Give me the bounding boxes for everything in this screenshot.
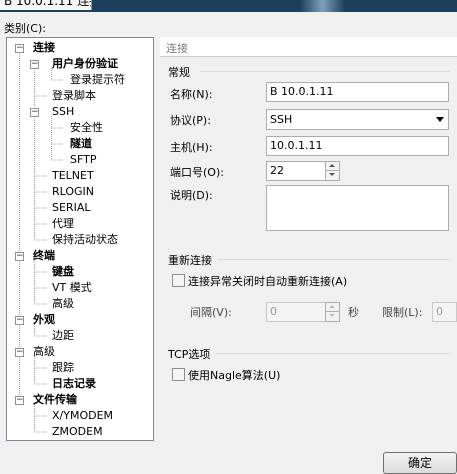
window-title: B 10.0.1.11 连接 — [0, 0, 92, 10]
tree-item-xymodem[interactable]: X/YMODEM — [52, 409, 113, 423]
spin-down-icon[interactable] — [326, 312, 339, 321]
interval-input[interactable]: 0 — [266, 302, 326, 322]
tree-item-margins[interactable]: 边距 — [52, 329, 74, 343]
tree-item-trace[interactable]: 跟踪 — [52, 361, 74, 375]
host-input[interactable]: 10.0.1.11 — [266, 136, 449, 156]
tree-item-login-prompts[interactable]: 登录提示符 — [70, 73, 125, 87]
expander-collapse-icon[interactable]: − — [15, 316, 24, 325]
tcp-section-title: TCP选项 — [168, 348, 211, 361]
spin-up-icon[interactable] — [326, 303, 339, 312]
tree-item-tunneling[interactable]: 隧道 — [70, 137, 92, 151]
page-title-bar: 连接 — [160, 37, 457, 57]
limit-input[interactable]: 0 — [432, 302, 457, 322]
chevron-down-icon — [436, 117, 444, 122]
expander-collapse-icon[interactable]: − — [30, 60, 39, 69]
tree-item-keyboard[interactable]: 键盘 — [52, 265, 74, 279]
spin-up-icon[interactable] — [326, 162, 339, 171]
expander-collapse-icon[interactable]: − — [15, 252, 24, 261]
tree-item-terminal-advanced[interactable]: 高级 — [52, 297, 74, 311]
interval-spinner[interactable] — [325, 302, 340, 322]
host-label: 主机(H): — [170, 141, 213, 154]
tree-item-appearance[interactable]: 外观 — [33, 313, 55, 327]
seconds-label: 秒 — [348, 306, 359, 319]
port-input[interactable]: 22 — [266, 161, 326, 181]
tree-item-serial[interactable]: SERIAL — [52, 201, 90, 215]
tree-item-rlogin[interactable]: RLOGIN — [52, 185, 94, 199]
category-label: 类别(C): — [4, 22, 46, 35]
tree-item-vt-modes[interactable]: VT 模式 — [52, 281, 92, 295]
general-section-title: 常规 — [168, 66, 190, 79]
name-input[interactable]: B 10.0.1.11 — [266, 82, 449, 102]
reconnect-section-title: 重新连接 — [168, 254, 212, 267]
ok-button[interactable]: 确定 — [383, 452, 457, 474]
port-label: 端口号(O): — [170, 166, 224, 179]
auto-reconnect-checkbox[interactable] — [172, 274, 185, 287]
tree-item-file-transfer[interactable]: 文件传输 — [33, 393, 77, 407]
expander-collapse-icon[interactable]: − — [15, 396, 24, 405]
tree-item-sftp[interactable]: SFTP — [70, 153, 96, 167]
titlebar-glow — [300, 0, 345, 12]
tree-item-authentication[interactable]: 用户身份验证 — [52, 57, 118, 71]
tree-item-security[interactable]: 安全性 — [70, 121, 103, 135]
spin-down-icon[interactable] — [326, 171, 339, 180]
page-title: 连接 — [166, 42, 188, 55]
tcp-section-divider — [216, 353, 450, 354]
expander-collapse-icon[interactable]: − — [15, 44, 24, 53]
name-label: 名称(N): — [170, 88, 213, 101]
expander-collapse-icon[interactable]: − — [30, 108, 39, 117]
protocol-label: 协议(P): — [170, 114, 211, 127]
description-textarea[interactable] — [266, 185, 449, 231]
tree-item-terminal[interactable]: 终端 — [33, 249, 55, 263]
category-tree[interactable]: − 连接 − 用户身份验证 登录提示符 登录脚本 − SSH 安全性 隧道 SF… — [6, 37, 154, 441]
window-titlebar: B 10.0.1.11 连接 — [0, 0, 457, 12]
tree-item-ssh[interactable]: SSH — [52, 105, 74, 119]
tree-item-advanced[interactable]: 高级 — [33, 345, 55, 359]
tree-item-logging[interactable]: 日志记录 — [52, 377, 96, 391]
tree-item-zmodem[interactable]: ZMODEM — [52, 425, 103, 439]
tree-item-proxy[interactable]: 代理 — [52, 217, 74, 231]
reconnect-section-divider — [218, 259, 450, 260]
expander-collapse-icon[interactable]: − — [15, 348, 24, 357]
nagle-label[interactable]: 使用Nagle算法(U) — [188, 367, 280, 383]
settings-panel: 连接 常规 名称(N): B 10.0.1.11 协议(P): SSH 主机(H… — [160, 37, 457, 474]
description-label: 说明(D): — [170, 189, 213, 202]
nagle-checkbox[interactable] — [172, 368, 185, 381]
protocol-select[interactable]: SSH — [266, 109, 449, 130]
limit-label: 限制(L): — [382, 306, 423, 319]
tree-item-connection[interactable]: 连接 — [33, 41, 55, 55]
tree-item-logon-script[interactable]: 登录脚本 — [52, 89, 96, 103]
protocol-selected: SSH — [270, 113, 293, 126]
interval-label: 间隔(V): — [190, 306, 232, 319]
auto-reconnect-label[interactable]: 连接异常关闭时自动重新连接(A) — [188, 273, 347, 289]
tree-item-keepalive[interactable]: 保持活动状态 — [52, 233, 118, 247]
port-spinner[interactable] — [325, 161, 340, 181]
general-section-divider — [200, 71, 450, 72]
tree-item-telnet[interactable]: TELNET — [52, 169, 94, 183]
